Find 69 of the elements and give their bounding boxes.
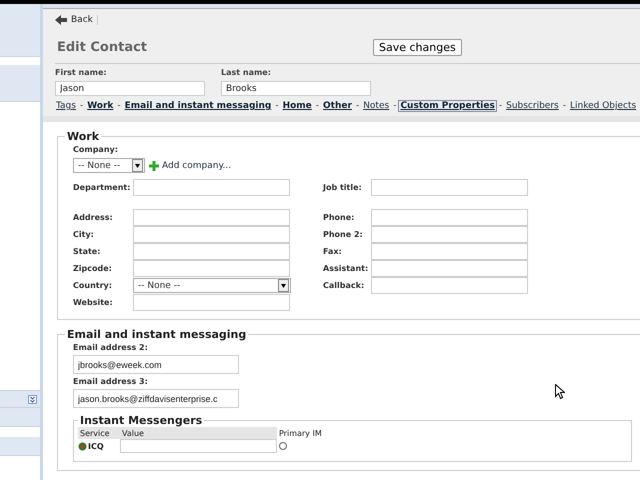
page-title: Edit Contact [57,40,148,54]
service-name: ICQ [88,442,104,450]
separator-text: - [356,101,360,111]
input-field[interactable] [133,209,290,226]
separator-text: - [498,101,502,111]
field-label: Email address 3: [73,377,149,386]
input-field[interactable]: Brooks [221,81,371,96]
field-label: Email address 2: [73,343,149,352]
section-link[interactable]: Linked Objects [568,101,638,111]
input-field[interactable] [371,243,528,260]
section-link[interactable]: Other [322,101,353,111]
separator-text: - [275,101,279,111]
input-field[interactable] [133,226,290,243]
field-label: Last name: [221,68,272,77]
input-field[interactable] [371,226,528,243]
separator-text: - [117,101,121,111]
field-label: Fax: [323,247,342,256]
section-title: Email and instant messaging [66,328,248,341]
section-link[interactable]: Home [282,101,313,111]
back-arrow-icon [55,15,67,25]
input-field[interactable] [120,439,277,453]
field-label: State: [73,247,100,256]
field-label: First name: [55,68,108,77]
section-title: Instant Messengers [79,414,204,427]
field-label: Company: [73,145,118,154]
column-header: Service [78,427,120,439]
input-field[interactable] [133,260,290,277]
field-label: Department: [73,183,130,192]
input-field[interactable] [133,294,290,311]
save-button[interactable]: Save changes [373,38,462,56]
input-field[interactable] [371,209,528,226]
expand-icon[interactable] [28,394,37,404]
field-label: Assistant: [323,264,368,273]
input-field[interactable] [371,179,528,196]
field-label: Zipcode: [73,264,112,273]
separator-text: - [316,101,320,111]
section-link[interactable]: Notes [362,101,390,111]
add-company-link[interactable]: Add company... [149,160,232,170]
country-dropdown[interactable]: -- None -- [133,278,291,293]
plus-icon [149,160,159,170]
section-link[interactable]: Tags [55,101,77,111]
section-link[interactable]: Subscribers [505,101,560,111]
section-link[interactable]: Email and instant messaging [124,101,272,111]
field-label: Phone: [323,213,354,222]
input-field[interactable] [133,179,290,196]
field-label: Callback: [323,281,364,290]
section-link[interactable]: Custom Properties [399,101,496,111]
input-field[interactable] [371,277,528,294]
email-field[interactable]: jason.brooks@ziffdavisenterprise.c [73,389,239,408]
field-label: Job title: [323,183,362,192]
flower-icon [78,442,87,450]
separator-text: - [80,101,84,111]
input-field[interactable] [133,243,290,260]
separator-text: - [562,101,566,111]
separator-text: - [393,101,396,111]
back-button[interactable]: Back [55,15,98,25]
primary-radio[interactable] [279,442,287,450]
cursor-icon [555,384,565,399]
field-label: Phone 2: [323,230,363,239]
input-field[interactable] [371,260,528,277]
field-label: Website: [73,298,113,307]
email-field[interactable]: jbrooks@eweek.com [73,355,239,374]
company-dropdown[interactable]: -- None -- [73,158,145,173]
section-title: Work [66,130,100,143]
field-label: City: [73,230,94,239]
field-label: Address: [73,213,113,222]
section-link[interactable]: Work [86,101,114,111]
field-label: Country: [73,281,112,290]
column-header: Value [120,427,277,439]
